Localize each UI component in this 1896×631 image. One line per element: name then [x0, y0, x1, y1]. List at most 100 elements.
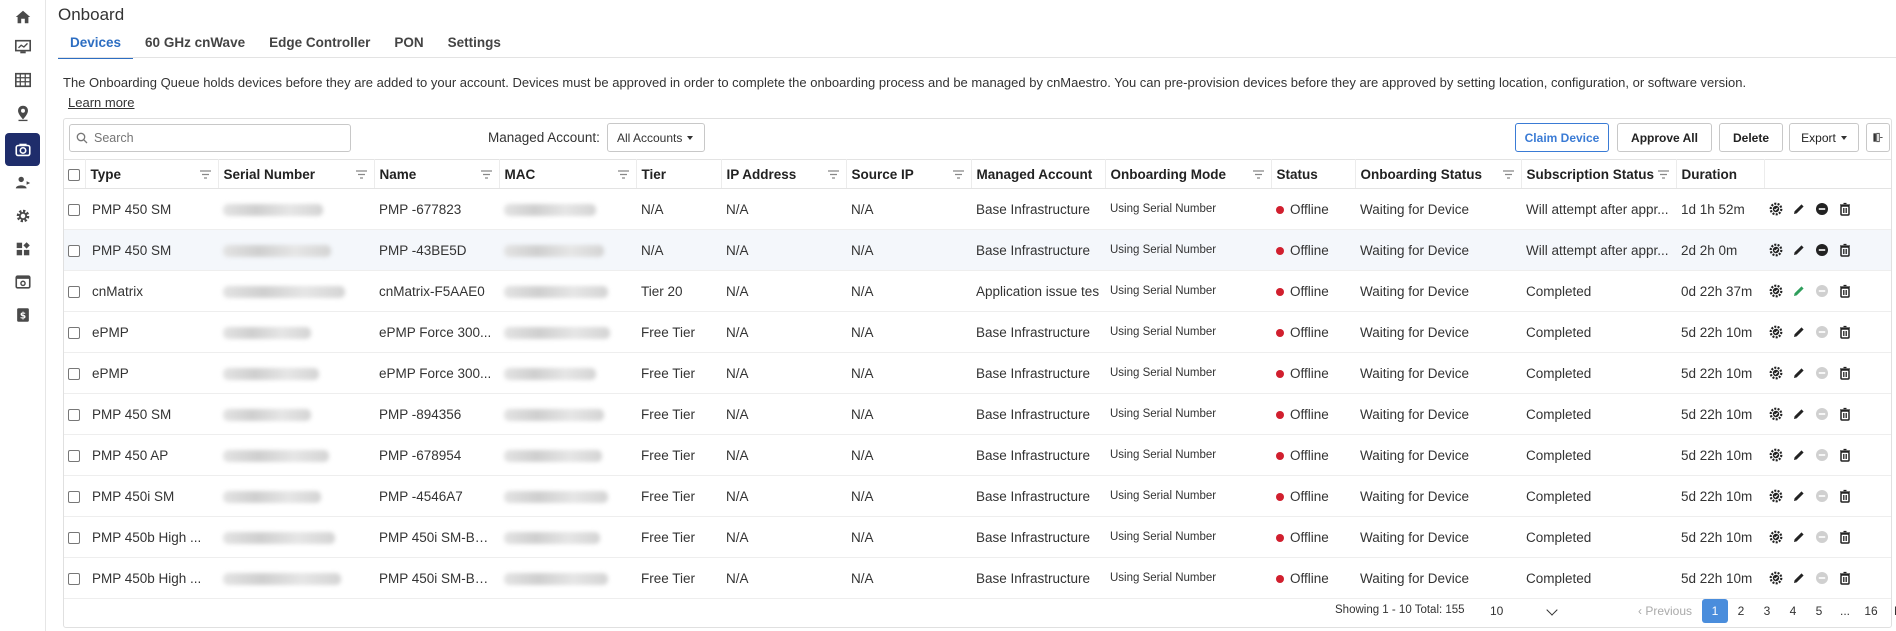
filter-icon[interactable] [1502, 170, 1514, 179]
next-page-button[interactable]: Next › [1884, 599, 1896, 623]
column-toggle-button[interactable] [1866, 123, 1890, 152]
table-row[interactable]: PMP 450b High ... PMP 450i SM-BE... Free T… [64, 516, 1891, 558]
edit-device-button[interactable] [1792, 407, 1806, 421]
approve-device-button[interactable] [1769, 202, 1783, 216]
tab-60ghz-cnwave[interactable]: 60 GHz cnWave [133, 33, 257, 57]
approve-device-button[interactable] [1769, 448, 1783, 462]
tab-devices[interactable]: Devices [58, 33, 134, 59]
row-checkbox[interactable] [68, 408, 80, 421]
approve-device-button[interactable] [1769, 243, 1783, 257]
learn-more-link[interactable]: Learn more [68, 95, 134, 110]
page-size-select[interactable]: 10 [1484, 602, 1564, 620]
page-4-button[interactable]: 4 [1780, 599, 1806, 623]
column-header-name[interactable]: Name [374, 159, 500, 189]
delete-device-button[interactable] [1838, 284, 1852, 298]
table-row[interactable]: PMP 450 AP PMP -678954 Free Tier N/A N/A Base… [64, 434, 1891, 476]
approve-device-button[interactable] [1769, 489, 1783, 503]
column-header-status[interactable]: Status [1271, 159, 1356, 189]
page-2-button[interactable]: 2 [1728, 599, 1754, 623]
delete-device-button[interactable] [1838, 571, 1852, 585]
search-input[interactable] [92, 130, 346, 146]
table-row[interactable]: PMP 450 SM PMP -43BE5D N/A N/A N/A Base Infra… [64, 229, 1891, 271]
column-header-managed-account[interactable]: Managed Account [971, 159, 1106, 189]
filter-icon[interactable] [480, 170, 492, 179]
approve-device-button[interactable] [1769, 407, 1783, 421]
nav-monitor[interactable] [5, 30, 40, 63]
column-header-source-ip[interactable]: Source IP [846, 159, 972, 189]
export-button[interactable]: Export [1789, 123, 1859, 152]
delete-device-button[interactable] [1838, 489, 1852, 503]
column-header-onboarding-status[interactable]: Onboarding Status [1355, 159, 1522, 189]
approve-device-button[interactable] [1769, 284, 1783, 298]
reject-device-button[interactable] [1815, 202, 1829, 216]
page-5-button[interactable]: 5 [1806, 599, 1832, 623]
table-row[interactable]: PMP 450 SM PMP -677823 N/A N/A N/A Base Infra… [64, 188, 1891, 230]
table-row[interactable]: ePMP ePMP Force 300... Free Tier N/A N/A Base… [64, 311, 1891, 353]
column-header-ip-address[interactable]: IP Address [721, 159, 847, 189]
approve-device-button[interactable] [1769, 571, 1783, 585]
page-1-button[interactable]: 1 [1702, 599, 1728, 623]
edit-device-button[interactable] [1792, 571, 1806, 585]
nav-services[interactable] [5, 265, 40, 298]
nav-onboard[interactable] [5, 133, 40, 166]
edit-device-button[interactable] [1792, 366, 1806, 380]
filter-icon[interactable] [1252, 170, 1264, 179]
edit-device-button[interactable] [1792, 243, 1806, 257]
delete-device-button[interactable] [1838, 366, 1852, 380]
claim-device-button[interactable]: Claim Device [1515, 123, 1609, 152]
table-row[interactable]: ePMP ePMP Force 300... Free Tier N/A N/A Base… [64, 352, 1891, 394]
delete-device-button[interactable] [1838, 530, 1852, 544]
row-checkbox[interactable] [68, 490, 80, 503]
column-header-duration[interactable]: Duration [1676, 159, 1765, 189]
table-row[interactable]: PMP 450i SM PMP -4546A7 Free Tier N/A N/A Bas… [64, 475, 1891, 517]
delete-device-button[interactable] [1838, 407, 1852, 421]
edit-device-button[interactable] [1792, 530, 1806, 544]
row-checkbox[interactable] [68, 326, 80, 339]
filter-icon[interactable] [952, 170, 964, 179]
row-checkbox[interactable] [68, 572, 80, 585]
row-checkbox[interactable] [68, 449, 80, 462]
delete-device-button[interactable] [1838, 202, 1852, 216]
table-row[interactable]: PMP 450 SM PMP -894356 Free Tier N/A N/A Base… [64, 393, 1891, 435]
previous-page-button[interactable]: ‹ Previous [1628, 599, 1702, 623]
managed-account-select[interactable]: All Accounts [607, 123, 705, 152]
filter-icon[interactable] [355, 170, 367, 179]
page-16-button[interactable]: 16 [1858, 599, 1884, 623]
page-3-button[interactable]: 3 [1754, 599, 1780, 623]
nav-users[interactable] [5, 166, 40, 199]
edit-device-button[interactable] [1792, 325, 1806, 339]
nav-map[interactable] [5, 96, 40, 129]
nav-billing[interactable]: $ [5, 298, 40, 331]
filter-icon[interactable] [1657, 170, 1669, 179]
delete-device-button[interactable] [1838, 243, 1852, 257]
row-checkbox[interactable] [68, 285, 80, 298]
approve-all-button[interactable]: Approve All [1617, 123, 1712, 152]
edit-device-button[interactable] [1792, 448, 1806, 462]
table-row[interactable]: PMP 450b High ... PMP 450i SM-BE... Free T… [64, 557, 1891, 599]
approve-device-button[interactable] [1769, 366, 1783, 380]
column-header-serial-number[interactable]: Serial Number [218, 159, 375, 189]
filter-icon[interactable] [617, 170, 629, 179]
select-all-checkbox[interactable] [68, 168, 80, 181]
delete-button[interactable]: Delete [1719, 123, 1783, 152]
column-header-onboarding-mode[interactable]: Onboarding Mode [1105, 159, 1272, 189]
reject-device-button[interactable] [1815, 243, 1829, 257]
search-box[interactable] [69, 124, 351, 152]
filter-icon[interactable] [199, 170, 211, 179]
column-header-type[interactable]: Type [85, 159, 219, 189]
nav-settings[interactable] [5, 199, 40, 232]
edit-device-button[interactable] [1792, 202, 1806, 216]
table-row[interactable]: cnMatrix cnMatrix-F5AAE0 Tier 20 N/A N/A Appl… [64, 270, 1891, 312]
column-header-mac[interactable]: MAC [499, 159, 637, 189]
row-checkbox[interactable] [68, 203, 80, 216]
approve-device-button[interactable] [1769, 530, 1783, 544]
tab-pon[interactable]: PON [382, 33, 435, 57]
row-checkbox[interactable] [68, 367, 80, 380]
column-header-subscription-status[interactable]: Subscription Status [1521, 159, 1677, 189]
filter-icon[interactable] [827, 170, 839, 179]
approve-device-button[interactable] [1769, 325, 1783, 339]
edit-device-button[interactable] [1792, 284, 1806, 298]
edit-device-button[interactable] [1792, 489, 1806, 503]
delete-device-button[interactable] [1838, 325, 1852, 339]
nav-home[interactable] [5, 0, 40, 33]
